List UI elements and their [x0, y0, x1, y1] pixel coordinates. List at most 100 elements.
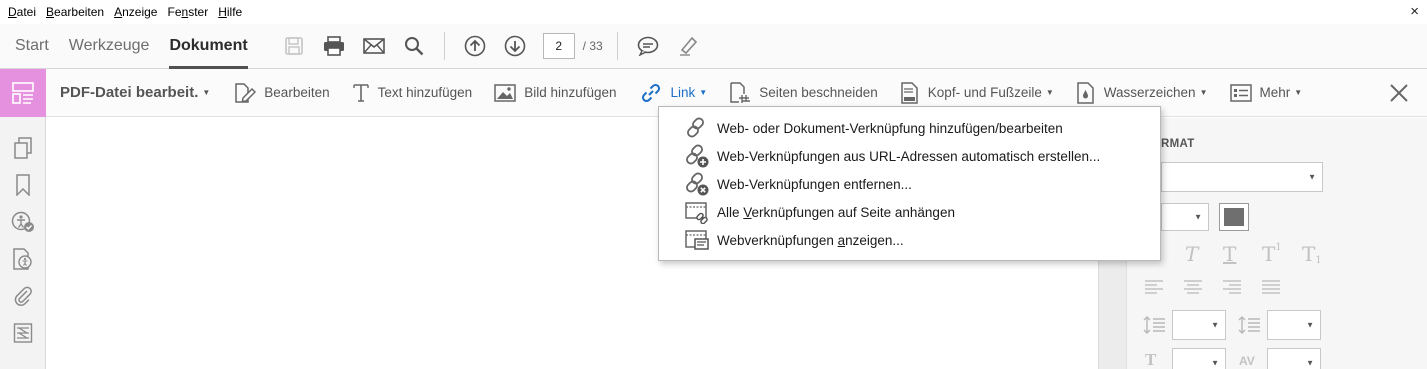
chevron-down-icon: ▼: [1211, 358, 1219, 368]
save-icon[interactable]: [277, 29, 311, 63]
more-label: Mehr: [1259, 85, 1291, 100]
link-icon: [639, 82, 663, 104]
menu-item-label: Web-Verknüpfungen aus URL-Adressen autom…: [717, 148, 1101, 164]
crop-page-icon: [729, 81, 751, 105]
chevron-down-icon: ▼: [202, 88, 211, 97]
character-spacing-icon: AV: [1239, 354, 1255, 368]
menu-bar: Datei Bearbeiten Anzeige Fenster Hilfe ×: [0, 0, 1427, 24]
link-remove-icon: [685, 172, 709, 196]
chevron-down-icon: ▼: [699, 88, 708, 97]
page-number-input[interactable]: 2: [542, 33, 575, 59]
menu-item-attach-links[interactable]: Alle Verknüpfungen auf Seite anhängen: [685, 199, 955, 225]
chevron-down-icon: ▼: [1306, 320, 1314, 330]
more-dropdown-button[interactable]: Mehr ▼: [1229, 69, 1303, 117]
crop-pages-label: Seiten beschneiden: [759, 85, 878, 100]
left-navigation-rail: [0, 69, 46, 369]
chevron-down-icon: ▼: [1306, 358, 1314, 368]
text-t-icon: [352, 83, 370, 103]
accessibility-tags-icon[interactable]: [0, 240, 46, 277]
chevron-down-icon: ▼: [1045, 88, 1054, 97]
align-justify-icon[interactable]: [1262, 280, 1280, 294]
add-image-button[interactable]: Bild hinzufügen: [494, 69, 617, 117]
font-family-select[interactable]: ▼: [1161, 162, 1323, 192]
paragraph-spacing-select[interactable]: ▼: [1267, 310, 1321, 340]
menu-item-show-links[interactable]: Webverknüpfungen anzeigen...: [685, 227, 904, 253]
show-links-icon: [685, 228, 709, 252]
color-fill: [1224, 208, 1244, 226]
edit-pdf-tool-icon[interactable]: [0, 69, 46, 117]
header-footer-label: Kopf- und Fußzeile: [927, 85, 1042, 100]
edit-button[interactable]: Bearbeiten: [234, 69, 330, 117]
main-toolbar: Start Werkzeuge Dokument 2 / 33: [0, 24, 1427, 69]
paragraph-spacing-icon: [1238, 316, 1260, 334]
comment-icon[interactable]: [631, 29, 665, 63]
align-center-icon[interactable]: [1184, 280, 1202, 294]
tab-werkzeuge[interactable]: Werkzeuge: [59, 24, 160, 69]
close-edit-icon[interactable]: [1387, 81, 1411, 105]
font-color-swatch[interactable]: [1219, 203, 1249, 231]
menu-anzeige[interactable]: Anzeige: [114, 5, 157, 19]
watermark-label: Wasserzeichen: [1103, 85, 1196, 100]
window-close-button[interactable]: ×: [1410, 3, 1419, 20]
link-label: Link: [670, 85, 696, 100]
character-spacing-select[interactable]: ▼: [1267, 348, 1321, 369]
menu-item-remove-links[interactable]: Web-Verknüpfungen entfernen...: [685, 171, 912, 197]
accessibility-check-icon[interactable]: [0, 203, 46, 240]
chevron-down-icon: ▼: [1199, 88, 1208, 97]
font-scale-icon: T: [1145, 350, 1157, 369]
bookmark-icon[interactable]: [0, 166, 46, 203]
menu-bearbeiten[interactable]: Bearbeiten: [46, 5, 104, 19]
print-icon[interactable]: [317, 29, 351, 63]
superscript-mark: 1: [1275, 242, 1282, 253]
menu-item-add-edit-link[interactable]: Web- oder Dokument-Verknüpfung hinzufüge…: [685, 115, 1063, 141]
toolbar-separator: [616, 32, 618, 60]
watermark-icon: [1076, 81, 1096, 105]
attachment-icon[interactable]: [0, 277, 46, 314]
menu-item-label: Web-Verknüpfungen entfernen...: [717, 176, 912, 192]
subscript-mark: 1: [1315, 255, 1322, 266]
chevron-down-icon: ▼: [1194, 212, 1202, 222]
edit-text-image-icon: [234, 81, 257, 105]
image-icon: [494, 83, 516, 102]
highlight-pen-icon[interactable]: [671, 29, 705, 63]
search-icon[interactable]: [397, 29, 431, 63]
align-left-icon[interactable]: [1145, 280, 1163, 294]
menu-datei[interactable]: Datei: [8, 5, 36, 19]
tab-start[interactable]: Start: [5, 24, 59, 69]
edit-pdf-title-dropdown[interactable]: PDF-Datei bearbeit. ▼: [60, 84, 210, 101]
tab-dokument[interactable]: Dokument: [159, 24, 257, 69]
superscript-t: T: [1262, 242, 1276, 266]
line-spacing-select[interactable]: ▼: [1172, 310, 1226, 340]
chevron-down-icon: ▼: [1294, 88, 1303, 97]
link-dropdown-menu: Web- oder Dokument-Verknüpfung hinzufüge…: [658, 106, 1161, 261]
format-heading: RMAT: [1161, 138, 1195, 150]
header-footer-icon: [900, 81, 920, 105]
subscript-t: T: [1302, 242, 1316, 266]
menu-item-label: Alle Verknüpfungen auf Seite anhängen: [717, 204, 955, 220]
add-image-label: Bild hinzufügen: [524, 85, 617, 100]
menu-item-auto-create-links[interactable]: Web-Verknüpfungen aus URL-Adressen autom…: [685, 143, 1100, 169]
chevron-down-icon: ▼: [1308, 172, 1316, 182]
add-text-button[interactable]: Text hinzufügen: [352, 69, 473, 117]
menu-fenster[interactable]: Fenster: [167, 5, 208, 19]
page-thumbnails-icon[interactable]: [0, 129, 46, 166]
edit-pdf-title: PDF-Datei bearbeit.: [60, 84, 199, 101]
menu-item-label: Webverknüpfungen anzeigen...: [717, 232, 904, 248]
subscript-text-icon[interactable]: T1: [1302, 242, 1322, 266]
add-text-label: Text hinzufügen: [377, 85, 473, 100]
edit-button-label: Bearbeiten: [264, 85, 330, 100]
link-chain-icon: [685, 116, 709, 140]
previous-page-icon[interactable]: [458, 29, 492, 63]
italic-text-icon[interactable]: T: [1185, 242, 1198, 266]
font-size-select[interactable]: ▼: [1161, 203, 1209, 231]
content-order-icon[interactable]: [0, 314, 46, 351]
superscript-text-icon[interactable]: T1: [1262, 242, 1282, 266]
underline-text-icon[interactable]: T: [1223, 242, 1236, 266]
menu-hilfe[interactable]: Hilfe: [218, 5, 242, 19]
link-add-icon: [685, 144, 709, 168]
page-total: / 33: [582, 39, 603, 53]
next-page-icon[interactable]: [498, 29, 532, 63]
align-right-icon[interactable]: [1223, 280, 1241, 294]
mail-icon[interactable]: [357, 29, 391, 63]
horizontal-scale-select[interactable]: ▼: [1172, 348, 1226, 369]
